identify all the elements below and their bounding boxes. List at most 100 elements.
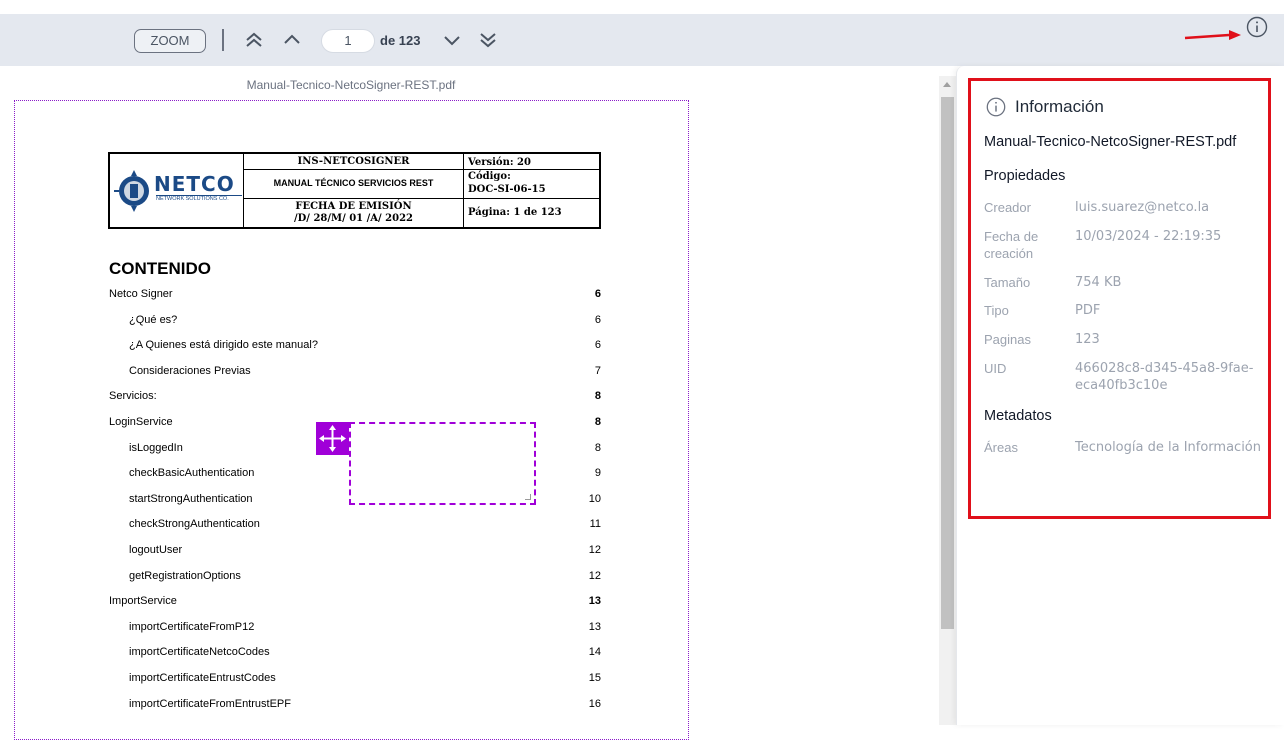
logo-subtitle: NETWORK SOLUTIONS CO. [156,195,242,202]
toc-entry-page: 10 [588,492,601,505]
last-page-icon[interactable] [476,28,500,52]
scroll-thumb[interactable] [941,97,954,629]
toc-row[interactable]: logoutUser 12 [109,544,601,560]
toc-row[interactable]: checkStrongAuthentication 11 [109,518,601,534]
prop-value-size: 754 KB [1075,275,1122,290]
info-icon[interactable] [1245,15,1269,39]
header-doc-id: INS-NETCOSIGNER [297,156,410,167]
resize-handle[interactable] [525,494,531,500]
prop-value-uid: 466028c8-d345-45a8-9fae-eca40fb3c10e [1075,361,1254,393]
toc-entry-page: 9 [594,467,601,480]
prop-key-uid: UID [984,361,1007,376]
header-version: Versión: 20 [468,157,531,168]
toc-entry-page: 6 [594,288,601,300]
toc-entry-page: 8 [594,416,601,428]
viewer-toolbar: ZOOM 1 de 123 [0,14,1284,66]
scroll-up-arrow-icon[interactable] [943,82,951,87]
panel-title: Información [1015,97,1104,116]
table-divider [244,169,599,170]
properties-heading: Propiedades [984,168,1066,184]
prop-value-type: PDF [1075,303,1101,318]
toc-entry-label: LoginService [109,416,173,428]
toc-row[interactable]: importCertificateNetcoCodes 14 [109,646,601,662]
header-date-label: FECHA DE EMISIÓN [295,201,412,212]
signature-selection-box[interactable] [349,422,536,505]
toc-entry-page: 8 [594,441,601,454]
info-title-icon [986,97,1006,117]
toc-entry-label: isLoggedIn [129,441,183,454]
toc-entry-page: 12 [588,544,601,556]
toc-entry-label: ImportService [109,595,177,608]
toc-row[interactable]: ¿Qué es? 6 [109,314,601,330]
toc-row[interactable]: importCertificateFromP12 13 [109,621,601,637]
toc-entry-label: startStrongAuthentication [129,492,253,505]
toc-entry-page: 13 [588,620,601,633]
toc-row[interactable]: Netco Signer 6 [109,288,601,304]
meta-key-areas: Áreas [984,440,1018,455]
toc-entry-page: 6 [594,339,601,352]
header-page: Página: 1 de 123 [468,207,562,218]
toc-entry-page: 14 [588,646,601,659]
prop-value-creation-date: 10/03/2024 - 22:19:35 [1075,229,1222,244]
toc-entry-page: 13 [588,595,601,608]
header-date: /D/ 28/M/ 01 /A/ 2022 [293,213,413,224]
document-filename: Manual-Tecnico-NetcoSigner-REST.pdf [246,78,456,92]
document-header-table: NETCO NETWORK SOLUTIONS CO. INS-NETCOSIG… [108,152,601,229]
toc-row[interactable]: Servicios: 8 [109,390,601,406]
toc-entry-label: ¿A Quienes está dirigido este manual? [129,339,318,352]
prop-key-size: Tamaño [984,275,1031,290]
toc-entry-page: 6 [594,313,601,326]
next-page-icon[interactable] [440,28,464,52]
panel-filename: Manual-Tecnico-NetcoSigner-REST.pdf [984,134,1237,150]
toc-row[interactable]: importCertificateEntrustCodes 15 [109,672,601,688]
annotation-arrow-icon [1184,30,1241,40]
toc-row[interactable]: importCertificateFromEntrustEPF 16 [109,698,601,714]
toc-entry-label: checkStrongAuthentication [129,518,260,531]
header-code: DOC-SI-06-15 [468,184,546,195]
toc-row[interactable]: Consideraciones Previas 7 [109,365,601,381]
toc-entry-page: 12 [588,569,601,582]
toc-entry-label: logoutUser [129,544,183,556]
toc-entry-page: 16 [588,697,601,710]
toc-entry-page: 15 [588,672,601,684]
prop-key-creation-date: Fecha de creación [984,229,1039,261]
first-page-icon[interactable] [242,28,266,52]
toc-entry-page: 7 [594,364,601,377]
logo-text: NETCO [154,172,235,196]
header-code-label: Código: [468,171,511,182]
table-divider [463,154,464,227]
toc-entry-label: Consideraciones Previas [129,364,251,377]
table-divider [244,198,599,199]
toc-entry-label: ¿Qué es? [129,313,178,326]
contents-heading: CONTENIDO [109,259,211,278]
top-strip [0,0,1284,14]
move-icon [319,425,346,452]
page-total-label: de 123 [380,33,421,48]
previous-page-icon[interactable] [280,28,304,52]
prop-key-creator: Creador [984,200,1031,215]
company-logo: NETCO NETWORK SOLUTIONS CO. [110,154,244,227]
toc-entry-label: getRegistrationOptions [129,569,241,582]
prop-value-pages: 123 [1075,332,1100,347]
toc-entry-label: importCertificateFromEntrustEPF [129,697,291,710]
prop-key-pages: Paginas [984,332,1031,347]
toc-row[interactable]: getRegistrationOptions 12 [109,570,601,586]
toc-entry-label: importCertificateNetcoCodes [129,646,270,659]
prop-key-type: Tipo [984,303,1009,318]
toc-entry-page: 11 [589,518,601,531]
prop-value-creator: luis.suarez@netco.la [1075,200,1210,215]
move-handle[interactable] [316,422,349,455]
zoom-button[interactable]: ZOOM [134,29,206,53]
pdf-page: NETCO NETWORK SOLUTIONS CO. INS-NETCOSIG… [14,100,689,740]
toc-row[interactable]: ¿A Quienes está dirigido este manual? 6 [109,339,601,355]
toc-row[interactable]: ImportService 13 [109,595,601,611]
toc-entry-label: importCertificateEntrustCodes [129,672,276,684]
page-number-input[interactable]: 1 [321,29,375,53]
toc-entry-label: checkBasicAuthentication [129,467,255,480]
toc-entry-page: 8 [594,390,601,403]
toc-entry-label: Netco Signer [109,288,173,300]
metadata-heading: Metadatos [984,408,1052,424]
toolbar-divider [222,29,224,51]
document-scrollbar[interactable] [939,76,956,725]
meta-value-areas: Tecnología de la Información [1075,440,1261,455]
